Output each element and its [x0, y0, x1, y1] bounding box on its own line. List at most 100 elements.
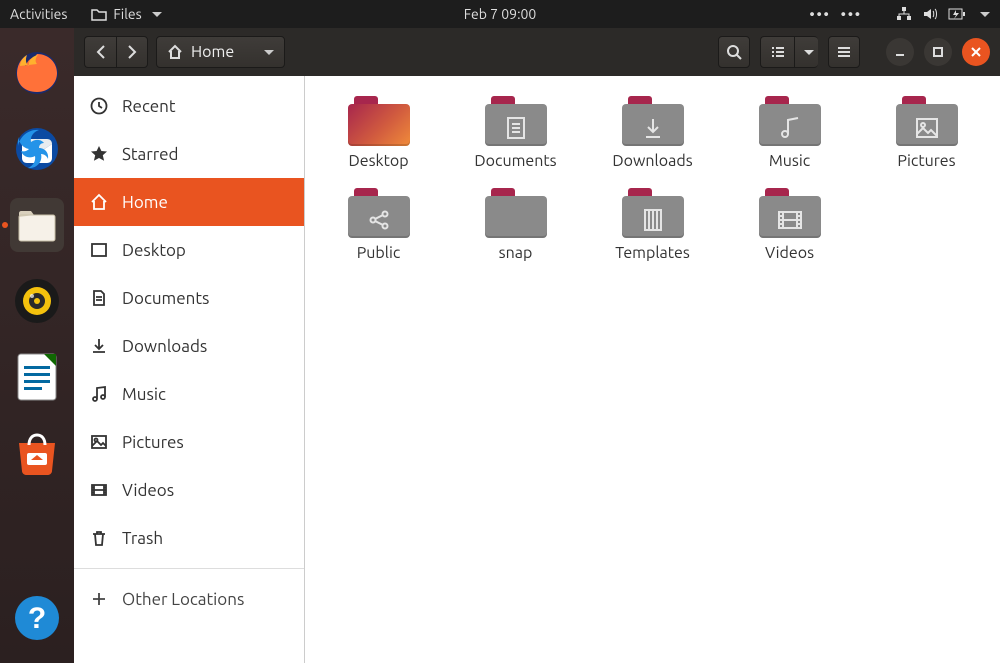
maximize-button[interactable] — [924, 38, 952, 66]
sidebar-item-label: Downloads — [122, 337, 207, 356]
dock-app-help[interactable]: ? — [10, 591, 64, 645]
volume-icon[interactable] — [922, 6, 938, 22]
sidebar-item-label: Music — [122, 385, 166, 404]
pic-icon — [896, 110, 958, 146]
places-sidebar: Recent Starred Home Desktop Documents — [74, 76, 305, 663]
folder-desktop[interactable]: Desktop — [315, 96, 442, 170]
path-bar[interactable]: Home — [156, 36, 285, 68]
back-button[interactable] — [84, 36, 116, 68]
sidebar-item-pictures[interactable]: Pictures — [74, 418, 304, 466]
headerbar: Home — [74, 28, 1000, 76]
folder-label: Music — [769, 152, 810, 170]
chevron-down-icon[interactable] — [980, 12, 990, 17]
path-location-label: Home — [191, 43, 234, 61]
trash-icon — [90, 529, 108, 547]
dock: ? — [0, 28, 74, 663]
plus-icon — [90, 590, 108, 608]
help-icon: ? — [14, 595, 60, 641]
sidebar-item-downloads[interactable]: Downloads — [74, 322, 304, 370]
shopping-bag-icon — [13, 431, 61, 475]
folder-label: Public — [357, 244, 401, 262]
doc-icon — [485, 110, 547, 146]
dock-app-firefox[interactable] — [10, 46, 64, 100]
separator — [74, 568, 304, 569]
folder-music[interactable]: Music — [726, 96, 853, 170]
app-menu[interactable]: Files — [91, 6, 161, 22]
clock[interactable]: Feb 7 09:00 — [464, 6, 537, 22]
sidebar-item-videos[interactable]: Videos — [74, 466, 304, 514]
folder-label: Templates — [615, 244, 690, 262]
desktop-icon — [90, 241, 108, 259]
sidebar-item-label: Starred — [122, 145, 179, 164]
sidebar-item-documents[interactable]: Documents — [74, 274, 304, 322]
templ-icon — [622, 202, 684, 238]
folder-icon — [485, 96, 547, 146]
folder-icon — [759, 188, 821, 238]
video-icon — [90, 481, 108, 499]
share-icon — [348, 202, 410, 238]
running-indicator-icon — [2, 222, 8, 228]
sidebar-item-desktop[interactable]: Desktop — [74, 226, 304, 274]
sidebar-item-music[interactable]: Music — [74, 370, 304, 418]
home-icon — [167, 44, 183, 60]
folder-templates[interactable]: Templates — [589, 188, 716, 262]
search-button[interactable] — [718, 36, 750, 68]
writer-icon — [16, 352, 58, 402]
folder-public[interactable]: Public — [315, 188, 442, 262]
activities-button[interactable]: Activities — [10, 6, 67, 22]
folder-icon — [759, 96, 821, 146]
picture-icon — [90, 433, 108, 451]
dock-app-files[interactable] — [10, 198, 64, 252]
icon-view[interactable]: Desktop Documents Downloads Music Pictur… — [305, 76, 1000, 663]
folder-icon — [348, 188, 410, 238]
dock-app-rhythmbox[interactable] — [10, 274, 64, 328]
sidebar-item-trash[interactable]: Trash — [74, 514, 304, 562]
sidebar-item-starred[interactable]: Starred — [74, 130, 304, 178]
dock-app-thunderbird[interactable] — [10, 122, 64, 176]
folder-label: Desktop — [348, 152, 408, 170]
folder-snap[interactable]: snap — [452, 188, 579, 262]
firefox-icon — [14, 50, 60, 96]
chevron-down-icon — [804, 50, 814, 55]
sidebar-item-label: Videos — [122, 481, 174, 500]
clock-icon — [90, 97, 108, 115]
sidebar-item-label: Pictures — [122, 433, 184, 452]
indicator-dots-icon[interactable]: ••• — [841, 6, 862, 22]
folder-downloads[interactable]: Downloads — [589, 96, 716, 170]
vid-icon — [759, 202, 821, 238]
app-menu-label: Files — [113, 6, 141, 22]
home-icon — [90, 193, 108, 211]
music-icon — [759, 110, 821, 146]
list-view-button[interactable] — [760, 36, 794, 68]
sidebar-item-recent[interactable]: Recent — [74, 82, 304, 130]
sidebar-item-home[interactable]: Home — [74, 178, 304, 226]
dock-app-software[interactable] — [10, 426, 64, 480]
close-button[interactable] — [962, 38, 990, 66]
sidebar-item-label: Trash — [122, 529, 163, 548]
hamburger-menu-button[interactable] — [828, 36, 860, 68]
folder-label: snap — [499, 244, 533, 262]
folder-pictures[interactable]: Pictures — [863, 96, 990, 170]
folder-icon — [91, 7, 107, 21]
folder-icon — [348, 96, 410, 146]
indicator-dots-icon[interactable]: ••• — [810, 6, 831, 22]
dock-app-libreoffice-writer[interactable] — [10, 350, 64, 404]
top-panel: Activities Files Feb 7 09:00 ••• ••• — [0, 0, 1000, 28]
folder-label: Pictures — [897, 152, 955, 170]
folder-icon — [485, 188, 547, 238]
speaker-icon — [14, 278, 60, 324]
folder-icon — [622, 188, 684, 238]
music-icon — [90, 385, 108, 403]
folder-documents[interactable]: Documents — [452, 96, 579, 170]
sidebar-item-other-locations[interactable]: Other Locations — [74, 575, 304, 623]
forward-button[interactable] — [116, 36, 148, 68]
download-icon — [90, 337, 108, 355]
minimize-button[interactable] — [886, 38, 914, 66]
folder-label: Videos — [765, 244, 814, 262]
network-icon[interactable] — [896, 6, 912, 22]
nav-buttons — [84, 36, 148, 68]
view-switcher — [760, 36, 818, 68]
folder-videos[interactable]: Videos — [726, 188, 853, 262]
battery-icon[interactable] — [948, 7, 966, 21]
view-options-button[interactable] — [794, 36, 818, 68]
